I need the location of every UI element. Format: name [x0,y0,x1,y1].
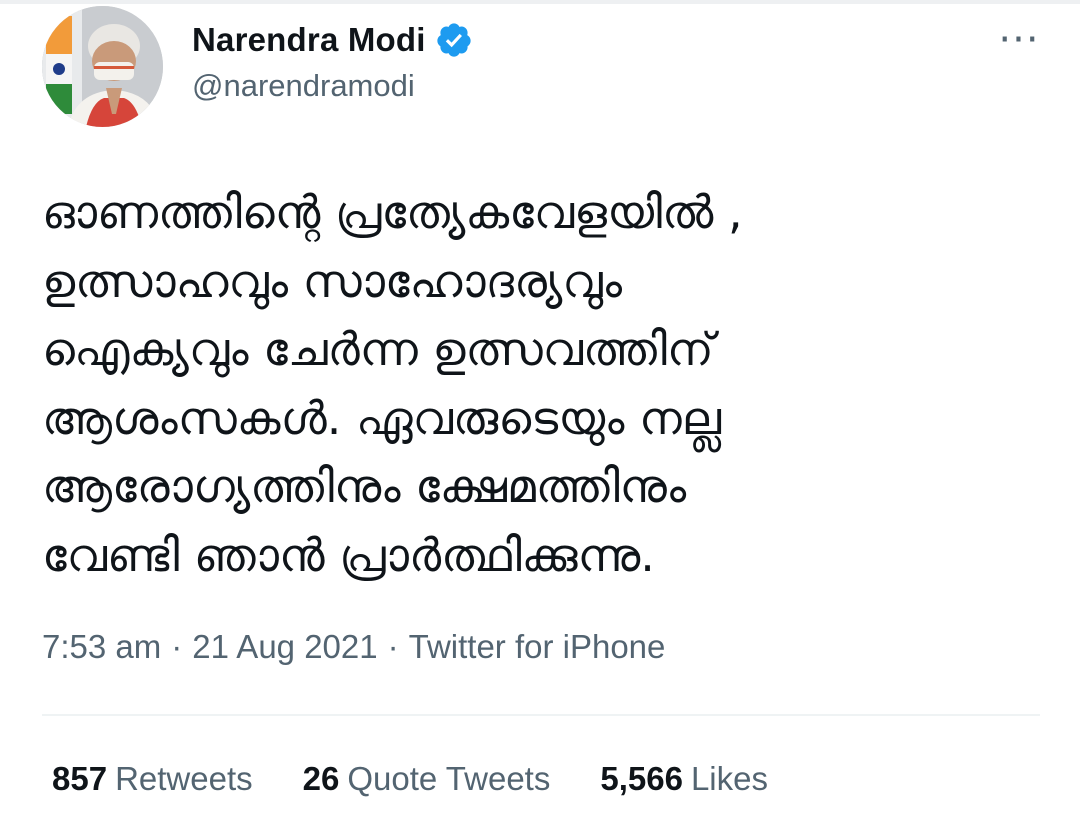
tweet-time[interactable]: 7:53 am [42,628,161,665]
avatar-image [42,6,163,127]
retweets-stat[interactable]: 857 Retweets [52,760,253,798]
more-options-button[interactable]: ··· [990,17,1048,63]
retweets-count: 857 [52,760,108,797]
likes-label: Likes [690,760,768,797]
meta-separator: · [171,628,183,665]
author-handle[interactable]: @narendramodi [192,68,415,104]
quote-tweets-label: Quote Tweets [347,760,551,797]
stats-divider [42,714,1040,716]
likes-count: 5,566 [600,760,683,797]
likes-stat[interactable]: 5,566 Likes [600,760,768,798]
author-display-name[interactable]: Narendra Modi [192,21,426,59]
verified-badge-icon [435,21,473,59]
more-horizontal-icon: ··· [998,17,1040,63]
tweet-text: ഓണത്തിന്റെ പ്രത്യേകവേളയിൽ , ഉത്സാഹവും സാ… [42,185,743,582]
tweet-source[interactable]: Twitter for iPhone [409,628,666,665]
top-divider [0,0,1080,4]
avatar[interactable] [42,6,163,127]
meta-separator: · [387,628,399,665]
quote-tweets-stat[interactable]: 26 Quote Tweets [303,760,551,798]
author-name-row: Narendra Modi [192,18,473,62]
engagement-stats: 857 Retweets 26 Quote Tweets 5,566 Likes [52,760,818,798]
tweet-metadata: 7:53 am · 21 Aug 2021 · Twitter for iPhone [42,628,665,666]
tweet-date[interactable]: 21 Aug 2021 [192,628,377,665]
quote-tweets-count: 26 [302,760,340,797]
retweets-label: Retweets [115,760,253,797]
